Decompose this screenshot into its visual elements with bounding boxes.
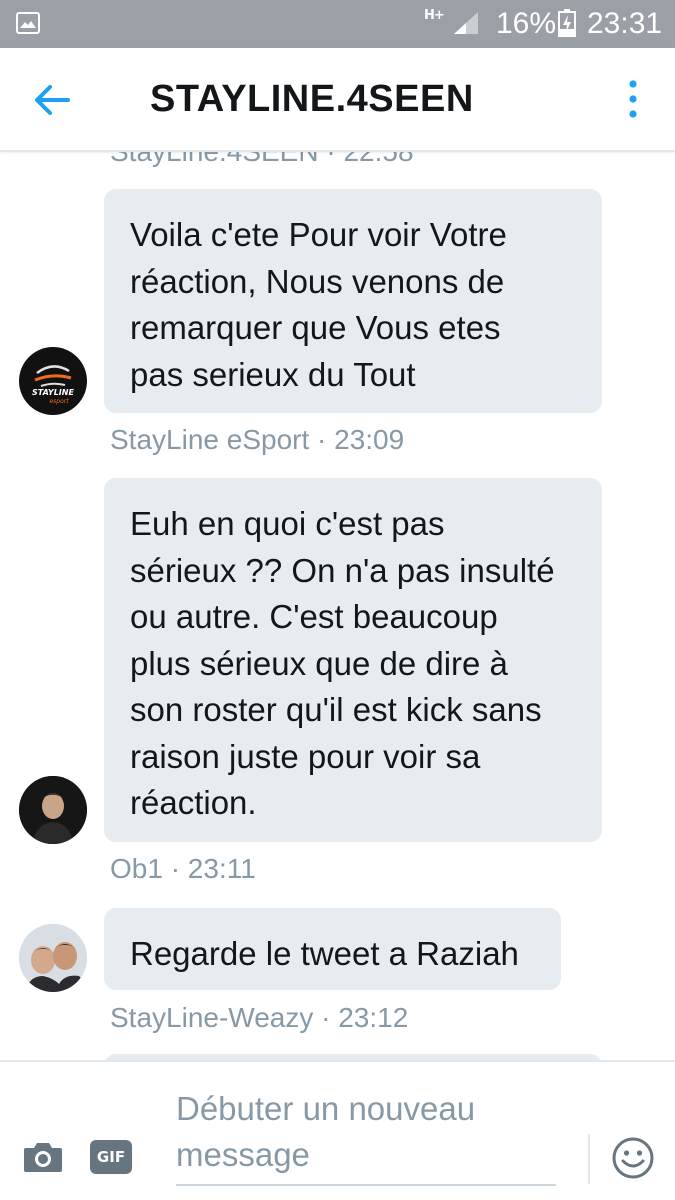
message-text: remarquer que Vous etes [130,309,501,346]
signal-icon [454,12,478,34]
status-clock: 23:31 [587,7,663,40]
message-bubble[interactable]: Regarde le tweet a Raziah [104,908,561,990]
more-vertical-icon[interactable] [620,78,646,122]
svg-text:esport: esport [49,398,69,405]
svg-text:STAYLINE: STAYLINE [32,388,74,397]
conversation-header: STAYLINE.4SEEN [0,48,675,152]
battery-icon [558,9,576,37]
message-text: plus sérieux que de dire à [130,644,508,682]
camera-icon[interactable] [22,1138,64,1174]
user-photo [19,776,87,844]
gif-icon[interactable]: GIF [90,1140,132,1174]
message-meta: StayLine-Weazy · 23:12 [110,1002,409,1033]
message-input-placeholder: Débuter un nouveau [176,1090,476,1127]
message-input[interactable]: Débuter un nouveau message [176,1086,556,1186]
message-bubble[interactable]: Voila c'ete Pour voir Votre réaction, No… [104,189,602,413]
message-list[interactable]: StayLine.4SEEN · 22:58 Voila c'ete Pour … [0,152,675,1060]
message-text: Voila c'ete Pour voir Votre [130,216,507,253]
avatar[interactable] [19,776,87,844]
message-input-placeholder: message [176,1136,310,1173]
stayline-logo: STAYLINE esport [32,365,74,405]
message-text: Regarde le tweet a Raziah [130,935,519,972]
message-meta: Ob1 · 23:11 [110,853,256,884]
back-arrow-icon[interactable] [30,80,74,120]
status-bar: H+ 16% 23:31 [0,0,675,48]
avatar[interactable] [19,924,87,992]
message-text: réaction. [130,784,257,821]
message-text: son roster qu'il est kick sans [130,691,542,728]
network-type: H+ [424,8,445,23]
message-text: Euh en quoi c'est pas [130,505,445,542]
message-bubble[interactable]: Euh en quoi c'est pas sérieux ?? On n'a … [104,478,602,842]
user-photo-pair [19,924,87,992]
message-text: sérieux ?? On n'a pas insulté [130,551,555,589]
message-meta: StayLine.4SEEN · 22:58 [110,152,414,168]
message-text: raison juste pour voir sa [130,737,481,775]
message-text: pas serieux du Tout [130,355,416,393]
emoji-icon[interactable] [611,1136,655,1180]
conversation-title: STAYLINE.4SEEN [150,78,474,120]
message-composer: GIF Débuter un nouveau message [0,1060,675,1200]
avatar[interactable]: STAYLINE esport [19,347,87,415]
message-meta: StayLine eSport · 23:09 [110,424,405,455]
message-text: réaction, Nous venons de [130,262,505,300]
battery-percent: 16% [496,7,557,40]
gallery-icon [16,12,40,34]
composer-divider [588,1134,590,1184]
message-text: ou autre. C'est beaucoup [130,598,498,635]
